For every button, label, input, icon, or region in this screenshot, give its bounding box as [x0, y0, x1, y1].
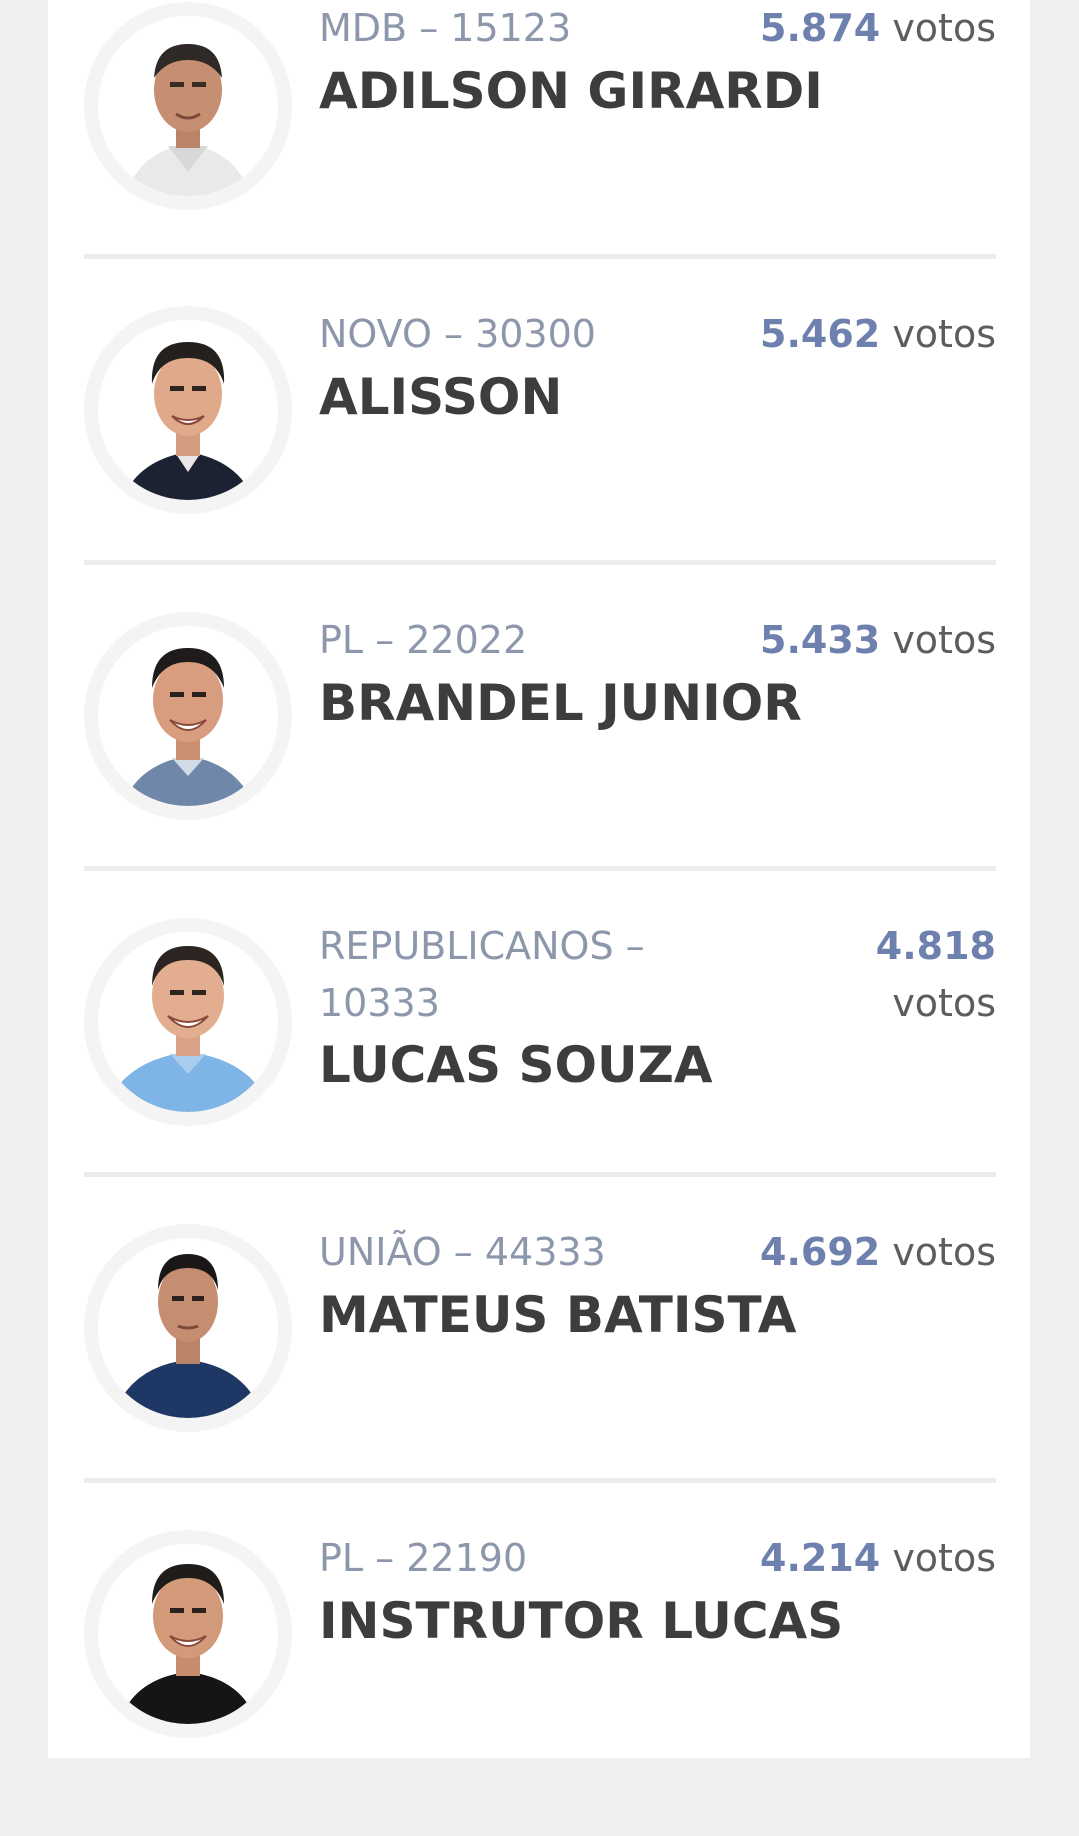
vote-count: 4.818	[875, 924, 996, 968]
vote-count: 5.433	[760, 618, 881, 662]
divider	[84, 254, 996, 259]
candidate-votes-1: 5.874 votos	[760, 0, 996, 57]
vote-label: votos	[892, 312, 996, 356]
vote-count: 4.214	[760, 1536, 881, 1580]
divider	[84, 1172, 996, 1177]
candidate-photo-4-icon	[98, 932, 278, 1112]
candidate-votes-6: 4.214 votos	[760, 1530, 996, 1587]
candidate-party-3: PL – 22022	[319, 618, 528, 662]
divider	[84, 560, 996, 565]
candidate-votes-4: 4.818 votos	[876, 918, 996, 1032]
vote-count: 4.692	[760, 1230, 881, 1274]
candidate-name-2: ALISSON	[319, 368, 563, 426]
candidate-party-5: UNIÃO – 44333	[319, 1230, 606, 1274]
candidate-photo-2-icon	[98, 320, 278, 500]
candidate-party-1: MDB – 15123	[319, 6, 572, 50]
vote-count: 5.462	[760, 312, 881, 356]
divider	[84, 866, 996, 871]
candidate-photo-1-icon	[98, 16, 278, 196]
candidate-name-6: INSTRUTOR LUCAS	[319, 1592, 844, 1650]
vote-label: votos	[892, 1536, 996, 1580]
candidate-name-4: LUCAS SOUZA	[319, 1036, 713, 1094]
candidate-avatar-4	[84, 918, 292, 1126]
vote-label: votos	[892, 6, 996, 50]
candidate-avatar-1	[84, 2, 292, 210]
candidate-results-card: MDB – 15123 5.874 votos ADILSON GIRARDI	[48, 0, 1030, 1758]
candidate-row-3[interactable]: PL – 22022 5.433 votos BRANDEL JUNIOR	[84, 612, 996, 918]
candidate-party-4: REPUBLICANOS – 10333	[319, 918, 699, 1032]
party-line-2: 10333	[319, 981, 440, 1025]
candidate-avatar-6	[84, 1530, 292, 1738]
vote-label: votos	[892, 618, 996, 662]
candidate-votes-2: 5.462 votos	[760, 306, 996, 363]
candidate-avatar-3	[84, 612, 292, 820]
candidate-photo-3-icon	[98, 626, 278, 806]
candidate-row-1[interactable]: MDB – 15123 5.874 votos ADILSON GIRARDI	[84, 0, 996, 306]
candidate-votes-5: 4.692 votos	[760, 1224, 996, 1281]
candidate-party-2: NOVO – 30300	[319, 312, 596, 356]
candidate-name-3: BRANDEL JUNIOR	[319, 674, 802, 732]
vote-count: 5.874	[760, 6, 881, 50]
divider	[84, 1478, 996, 1483]
party-line-1: REPUBLICANOS –	[319, 924, 645, 968]
candidate-row-4[interactable]: REPUBLICANOS – 10333 4.818 votos LUCAS S…	[84, 918, 996, 1224]
candidate-avatar-5	[84, 1224, 292, 1432]
candidate-party-6: PL – 22190	[319, 1536, 528, 1580]
candidate-row-5[interactable]: UNIÃO – 44333 4.692 votos MATEUS BATISTA	[84, 1224, 996, 1530]
candidate-avatar-2	[84, 306, 292, 514]
candidate-photo-6-icon	[98, 1544, 278, 1724]
candidate-name-5: MATEUS BATISTA	[319, 1286, 797, 1344]
candidate-name-1: ADILSON GIRARDI	[319, 62, 823, 120]
candidate-row-2[interactable]: NOVO – 30300 5.462 votos ALISSON	[84, 306, 996, 612]
vote-label: votos	[892, 1230, 996, 1274]
vote-label: votos	[892, 981, 996, 1025]
candidate-row-6[interactable]: PL – 22190 4.214 votos INSTRUTOR LUCAS	[84, 1530, 996, 1836]
candidate-photo-5-icon	[98, 1238, 278, 1418]
candidate-votes-3: 5.433 votos	[760, 612, 996, 669]
